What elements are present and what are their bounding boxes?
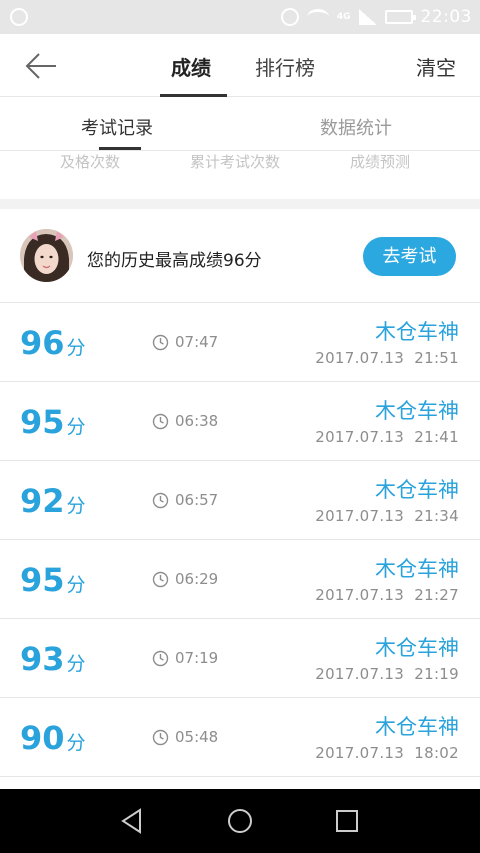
wifi-icon <box>306 9 329 25</box>
record-score: 96 分 <box>20 323 86 368</box>
record-mode: 木仓车神 <box>375 557 459 581</box>
status-bar: 4G 22:03 <box>0 0 480 34</box>
tab-ranking[interactable]: 排行榜 <box>255 52 315 81</box>
record-datetime: 2017.07.13 21:27 <box>315 586 459 604</box>
go-exam-button[interactable]: 去考试 <box>363 237 456 276</box>
exam-record-row[interactable]: 93 分 07:19 木仓车神 2017.07.13 21:19 <box>0 619 480 698</box>
record-datetime: 2017.07.13 21:34 <box>315 507 459 525</box>
notification-icon <box>10 8 28 26</box>
record-time: 21:41 <box>414 428 459 446</box>
clock-icon <box>152 492 169 508</box>
alarm-icon <box>280 8 299 26</box>
record-time: 21:51 <box>414 349 459 367</box>
record-time: 21:19 <box>414 665 459 683</box>
record-score: 92 分 <box>20 481 86 526</box>
record-duration: 06:57 <box>152 491 218 509</box>
duration-value: 06:29 <box>175 570 219 588</box>
score-value: 96 <box>20 324 65 362</box>
total-exams-label: 累计考试次数 <box>190 153 281 171</box>
score-unit: 分 <box>66 653 86 675</box>
record-date: 2017.07.13 <box>315 507 405 525</box>
exam-record-row[interactable]: 96 分 07:47 木仓车神 2017.07.13 21:51 <box>0 303 480 382</box>
exam-record-row[interactable]: 90 分 05:48 木仓车神 2017.07.13 18:02 <box>0 698 480 777</box>
record-duration: 06:29 <box>152 570 218 588</box>
duration-value: 06:38 <box>175 412 219 430</box>
tab-exam-records[interactable]: 考试记录 <box>81 114 153 140</box>
record-date: 2017.07.13 <box>315 349 405 367</box>
best-score-text: 您的历史最高成绩96分 <box>87 251 262 271</box>
clock-icon <box>152 571 169 587</box>
exam-record-list: 96 分 07:47 木仓车神 2017.07.13 21:51 95 分 06:3… <box>0 303 480 777</box>
score-value: 90 <box>20 719 65 757</box>
record-mode: 木仓车神 <box>375 636 459 660</box>
tab-data-stats[interactable]: 数据统计 <box>320 114 392 140</box>
tab-score[interactable]: 成绩 <box>171 52 211 81</box>
clear-button[interactable]: 清空 <box>416 52 456 81</box>
battery-icon <box>384 10 416 24</box>
circle-home-icon[interactable] <box>226 807 254 835</box>
record-duration: 06:38 <box>152 412 218 430</box>
record-datetime: 2017.07.13 21:41 <box>315 428 459 446</box>
signal-icon <box>358 9 377 25</box>
record-time: 21:34 <box>414 507 459 525</box>
status-time: 22:03 <box>420 7 472 27</box>
record-time: 18:02 <box>414 744 459 762</box>
duration-value: 07:19 <box>175 649 219 667</box>
duration-value: 07:47 <box>175 333 219 351</box>
sub-tabs: 考试记录 数据统计 <box>0 98 480 151</box>
stats-summary: 及格次数 累计考试次数 成绩预测 <box>0 151 480 209</box>
pass-count-label: 及格次数 <box>60 153 121 171</box>
record-score: 90 分 <box>20 718 86 763</box>
score-value: 93 <box>20 640 65 678</box>
square-recent-icon[interactable] <box>333 807 361 835</box>
record-mode: 木仓车神 <box>375 715 459 739</box>
record-score: 93 分 <box>20 639 86 684</box>
record-duration: 07:47 <box>152 333 218 351</box>
duration-value: 06:57 <box>175 491 219 509</box>
sub-tab-indicator <box>99 147 141 150</box>
score-unit: 分 <box>66 337 86 359</box>
clock-icon <box>152 729 169 745</box>
best-score-row: 您的历史最高成绩96分 去考试 <box>0 209 480 303</box>
network-type: 4G <box>336 12 351 22</box>
clock-icon <box>152 334 169 350</box>
record-datetime: 2017.07.13 18:02 <box>315 744 459 762</box>
record-time: 21:27 <box>414 586 459 604</box>
score-value: 95 <box>20 403 65 441</box>
top-nav: 成绩 排行榜 清空 <box>0 34 480 97</box>
record-date: 2017.07.13 <box>315 586 405 604</box>
record-date: 2017.07.13 <box>315 744 405 762</box>
record-mode: 木仓车神 <box>375 399 459 423</box>
score-value: 95 <box>20 561 65 599</box>
record-duration: 07:19 <box>152 649 218 667</box>
score-unit: 分 <box>66 732 86 754</box>
arrow-left-icon <box>25 53 56 79</box>
record-date: 2017.07.13 <box>315 665 405 683</box>
score-forecast-label: 成绩预测 <box>350 153 411 171</box>
exam-record-row[interactable]: 92 分 06:57 木仓车神 2017.07.13 21:34 <box>0 461 480 540</box>
system-nav-bar <box>0 789 480 853</box>
record-score: 95 分 <box>20 402 86 447</box>
exam-record-row[interactable]: 95 分 06:29 木仓车神 2017.07.13 21:27 <box>0 540 480 619</box>
record-duration: 05:48 <box>152 728 218 746</box>
record-mode: 木仓车神 <box>375 478 459 502</box>
clock-icon <box>152 650 169 666</box>
back-button[interactable] <box>22 48 62 84</box>
exam-record-row[interactable]: 95 分 06:38 木仓车神 2017.07.13 21:41 <box>0 382 480 461</box>
triangle-back-icon[interactable] <box>118 807 146 835</box>
score-unit: 分 <box>66 574 86 596</box>
clock-icon <box>152 413 169 429</box>
record-mode: 木仓车神 <box>375 320 459 344</box>
duration-value: 05:48 <box>175 728 219 746</box>
tab-indicator <box>160 94 227 97</box>
score-unit: 分 <box>66 495 86 517</box>
record-datetime: 2017.07.13 21:51 <box>315 349 459 367</box>
status-icons: 4G 22:03 <box>280 6 472 28</box>
record-datetime: 2017.07.13 21:19 <box>315 665 459 683</box>
avatar <box>20 229 73 282</box>
record-score: 95 分 <box>20 560 86 605</box>
record-date: 2017.07.13 <box>315 428 405 446</box>
score-value: 92 <box>20 482 65 520</box>
score-unit: 分 <box>66 416 86 438</box>
